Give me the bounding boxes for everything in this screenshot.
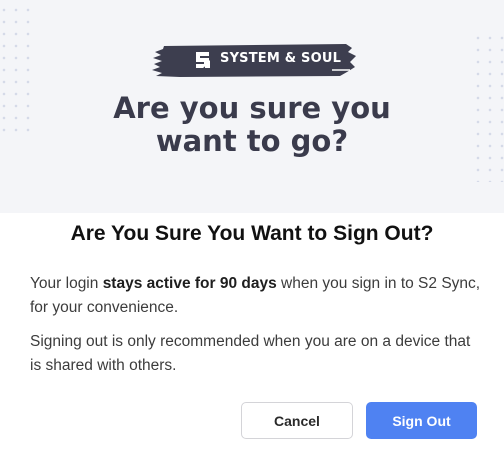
hero-heading: Are you sure you want to go? — [0, 92, 504, 158]
s2-logo-icon — [196, 52, 210, 68]
paragraph1-prefix: Your login — [30, 275, 103, 292]
sign-out-button[interactable]: Sign Out — [366, 402, 477, 439]
body-paragraph-2: Signing out is only recommended when you… — [30, 333, 471, 374]
brand-logo: SYSTEM & SOUL — [150, 40, 360, 80]
hero-banner: SYSTEM & SOUL Are you sure you want to g… — [0, 0, 504, 213]
dialog-title: Are You Sure You Want to Sign Out? — [70, 222, 434, 245]
dialog-body: Your login stays active for 90 days when… — [30, 272, 482, 388]
cancel-button[interactable]: Cancel — [241, 402, 353, 439]
paragraph1-bold: stays active for 90 days — [102, 275, 277, 292]
sign-out-dialog: SYSTEM & SOUL Are you sure you want to g… — [0, 0, 504, 452]
brand-name: SYSTEM & SOUL — [220, 51, 342, 66]
hero-heading-line2: want to go? — [155, 124, 349, 158]
body-paragraph-1: Your login stays active for 90 days when… — [30, 272, 482, 320]
hero-heading-line1: Are you sure you — [113, 91, 391, 125]
